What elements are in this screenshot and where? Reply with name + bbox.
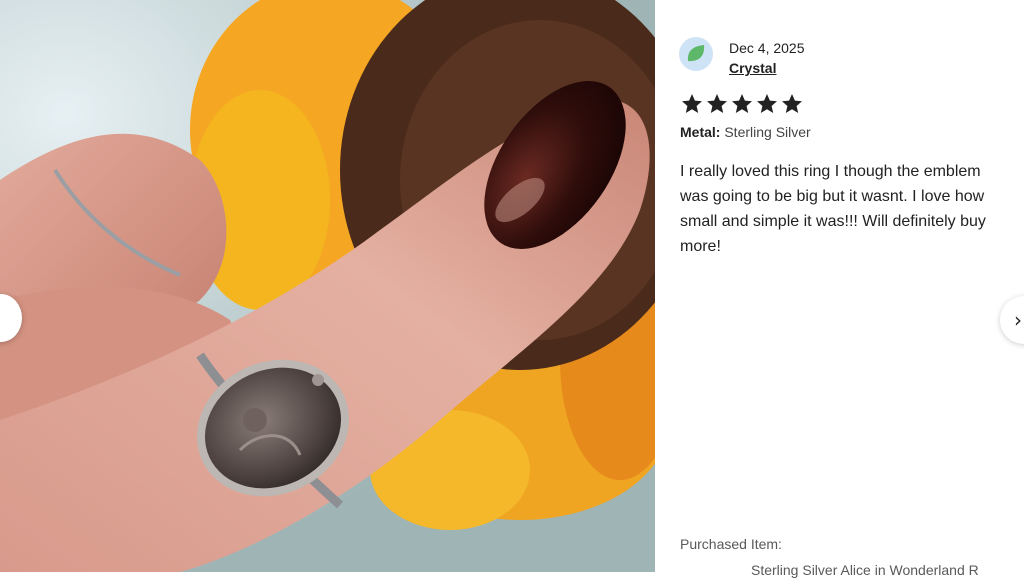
- review-panel: Dec 4, 2025 Crystal Metal: Sterling Silv…: [655, 0, 1024, 578]
- avatar-leaf-icon: [687, 45, 705, 62]
- star-icon: [757, 94, 777, 113]
- purchased-item-label: Purchased Item:: [680, 536, 782, 552]
- metal-label: Metal:: [680, 124, 721, 140]
- purchased-item-name[interactable]: Sterling Silver Alice in Wonderland R: [751, 562, 1011, 578]
- chevron-right-icon: ›: [1014, 308, 1022, 332]
- star-icon: [732, 94, 752, 113]
- review-text: I really loved this ring I though the em…: [680, 163, 986, 255]
- review-photo: [0, 0, 655, 572]
- metal-value: Sterling Silver: [724, 124, 811, 140]
- star-rating: [680, 92, 804, 116]
- avatar-icon[interactable]: [679, 37, 713, 71]
- review-date: Dec 4, 2025: [729, 40, 805, 56]
- star-icon: [782, 94, 802, 113]
- metal-attribute: Metal: Sterling Silver: [680, 124, 811, 140]
- review-photo-image: [0, 0, 655, 572]
- star-icon: [707, 94, 727, 113]
- reviewer-name-link[interactable]: Crystal: [729, 60, 776, 76]
- star-icon: [682, 94, 702, 113]
